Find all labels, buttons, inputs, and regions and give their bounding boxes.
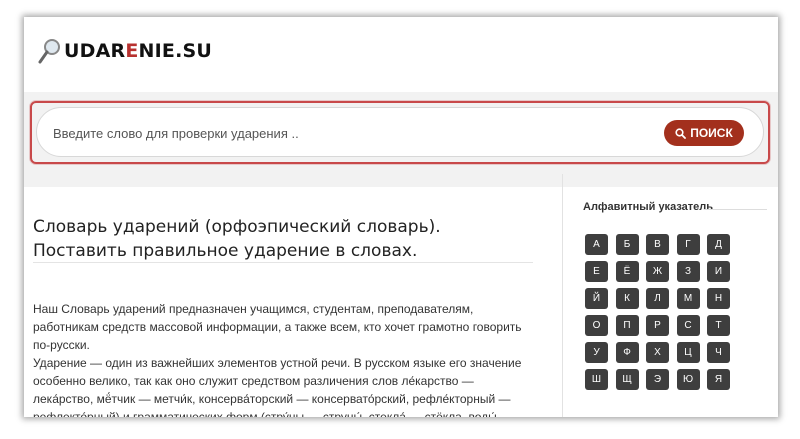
letter-button[interactable]: Э: [646, 369, 669, 390]
letter-button[interactable]: Я: [707, 369, 730, 390]
letter-button[interactable]: Ё: [615, 261, 639, 282]
letter-button[interactable]: Б: [615, 234, 639, 255]
letter-button[interactable]: Т: [707, 315, 730, 336]
alphabet-grid: А Б В Г Д Е Ё Ж З И Й К Л М Н О П Р С Т …: [585, 234, 745, 390]
letter-button[interactable]: Ж: [646, 261, 669, 282]
search-button-label: ПОИСК: [690, 126, 733, 140]
letter-button[interactable]: П: [615, 315, 639, 336]
main-content: Словарь ударений (орфоэпический словарь)…: [24, 174, 562, 417]
title-divider: [33, 262, 533, 263]
letter-button[interactable]: Н: [707, 288, 730, 309]
letter-button[interactable]: З: [676, 261, 700, 282]
letter-button[interactable]: Д: [707, 234, 730, 255]
letter-button[interactable]: Х: [646, 342, 669, 363]
letter-button[interactable]: Л: [646, 288, 669, 309]
sidebar: Алфавитный указатель А Б В Г Д Е Ё Ж З И…: [563, 174, 778, 417]
letter-button[interactable]: Ш: [585, 369, 608, 390]
letter-button[interactable]: В: [646, 234, 669, 255]
browser-page: UDARENIE.SU ПОИСК Словарь ударений (орфо…: [24, 17, 778, 417]
letter-button[interactable]: Р: [646, 315, 669, 336]
intro-paragraph: Наш Словарь ударений предназначен учащим…: [33, 302, 522, 352]
letter-button[interactable]: М: [676, 288, 700, 309]
site-logo[interactable]: UDARENIE.SU: [38, 37, 212, 65]
letter-button[interactable]: К: [615, 288, 639, 309]
page-title: Словарь ударений (орфоэпический словарь)…: [33, 217, 441, 262]
letter-button[interactable]: И: [707, 261, 730, 282]
sidebar-title-line: [704, 209, 767, 210]
search-box: ПОИСК: [36, 107, 764, 157]
letter-button[interactable]: У: [585, 342, 608, 363]
search-button[interactable]: ПОИСК: [664, 120, 744, 146]
site-logo-text: UDARENIE.SU: [64, 40, 213, 62]
stress-paragraph: Ударение — один из важнейших элементов у…: [33, 356, 522, 417]
letter-button[interactable]: Ц: [676, 342, 700, 363]
site-header: UDARENIE.SU: [24, 17, 778, 92]
letter-button[interactable]: Е: [585, 261, 608, 282]
letter-button[interactable]: Ю: [676, 369, 700, 390]
letter-button[interactable]: Щ: [615, 369, 639, 390]
letter-button[interactable]: А: [585, 234, 608, 255]
magnifier-icon: [38, 37, 62, 65]
letter-button[interactable]: С: [676, 315, 700, 336]
search-input[interactable]: [51, 118, 655, 148]
search-icon: [675, 127, 687, 139]
letter-button[interactable]: Й: [585, 288, 608, 309]
letter-button[interactable]: Ф: [615, 342, 639, 363]
letter-button[interactable]: Ч: [707, 342, 730, 363]
letter-button[interactable]: Г: [676, 234, 700, 255]
letter-button[interactable]: О: [585, 315, 608, 336]
alphabet-index-title: Алфавитный указатель: [583, 201, 714, 213]
